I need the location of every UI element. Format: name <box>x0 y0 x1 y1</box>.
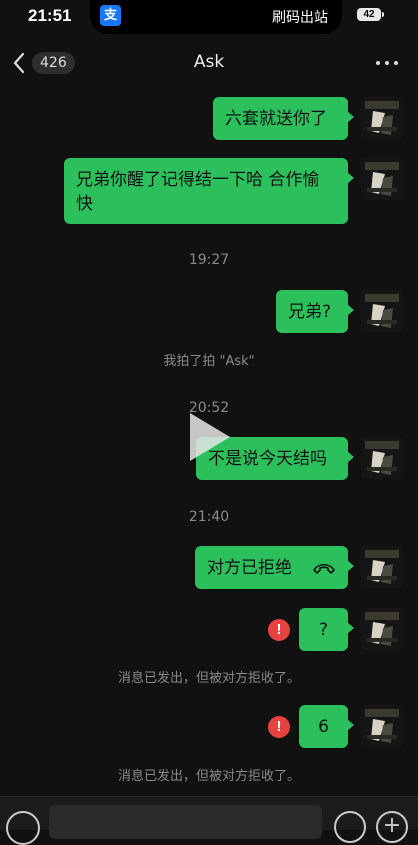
avatar-image <box>361 290 403 332</box>
play-icon[interactable] <box>190 413 230 461</box>
avatar[interactable] <box>361 437 403 479</box>
message-input[interactable] <box>49 805 322 839</box>
rejected-notice: 消息已发出，但被对方拒收了。 <box>117 769 300 784</box>
avatar[interactable] <box>361 158 403 200</box>
more-icon-dot <box>394 61 398 65</box>
avatar[interactable] <box>361 546 403 588</box>
avatar-image <box>361 158 403 200</box>
status-bar: 21:51 支 刷码出站 42 <box>0 0 418 34</box>
call-status-text: 对方已拒绝 <box>207 558 292 578</box>
avatar[interactable] <box>361 608 403 650</box>
timestamp: 19:27 <box>188 252 230 268</box>
more-button[interactable] <box>376 58 400 68</box>
battery-indicator: 42 <box>357 8 384 21</box>
rejected-notice: 消息已发出，但被对方拒收了。 <box>117 671 300 686</box>
avatar[interactable] <box>361 97 403 139</box>
emoji-icon[interactable] <box>334 811 366 843</box>
alipay-icon[interactable]: 支 <box>100 5 121 26</box>
call-record-bubble[interactable]: 对方已拒绝 <box>195 546 354 589</box>
avatar-image <box>361 546 403 588</box>
avatar-image <box>361 705 403 747</box>
timestamp: 21:40 <box>188 509 230 525</box>
avatar[interactable] <box>361 290 403 332</box>
more-icon-dot <box>385 61 389 65</box>
plus-icon[interactable]: + <box>376 811 408 843</box>
status-time: 21:51 <box>28 6 72 25</box>
pat-notice: 我拍了拍 "Ask" <box>163 354 255 369</box>
input-bar: + <box>0 796 418 845</box>
voice-icon[interactable] <box>6 811 40 845</box>
send-failed-icon[interactable]: ! <box>268 619 290 641</box>
unread-count-badge[interactable]: 426 <box>32 52 75 74</box>
chat-header: 426 Ask <box>0 38 418 88</box>
chevron-left-icon <box>13 52 25 74</box>
message-bubble[interactable]: 六套就送你了 <box>213 97 354 140</box>
message-bubble[interactable]: 6 <box>299 705 354 748</box>
avatar-image <box>361 97 403 139</box>
avatar-image <box>361 608 403 650</box>
avatar[interactable] <box>361 705 403 747</box>
back-button[interactable] <box>10 50 30 76</box>
phone-hangup-icon <box>313 563 335 574</box>
island-pill-text[interactable]: 刷码出站 <box>272 7 328 27</box>
message-bubble[interactable]: 兄弟你醒了记得结一下哈 合作愉快 <box>64 158 354 224</box>
message-bubble[interactable]: ? <box>299 608 354 651</box>
more-icon <box>376 61 380 65</box>
message-bubble[interactable]: 兄弟? <box>276 290 354 333</box>
avatar-image <box>361 437 403 479</box>
send-failed-icon[interactable]: ! <box>268 716 290 738</box>
